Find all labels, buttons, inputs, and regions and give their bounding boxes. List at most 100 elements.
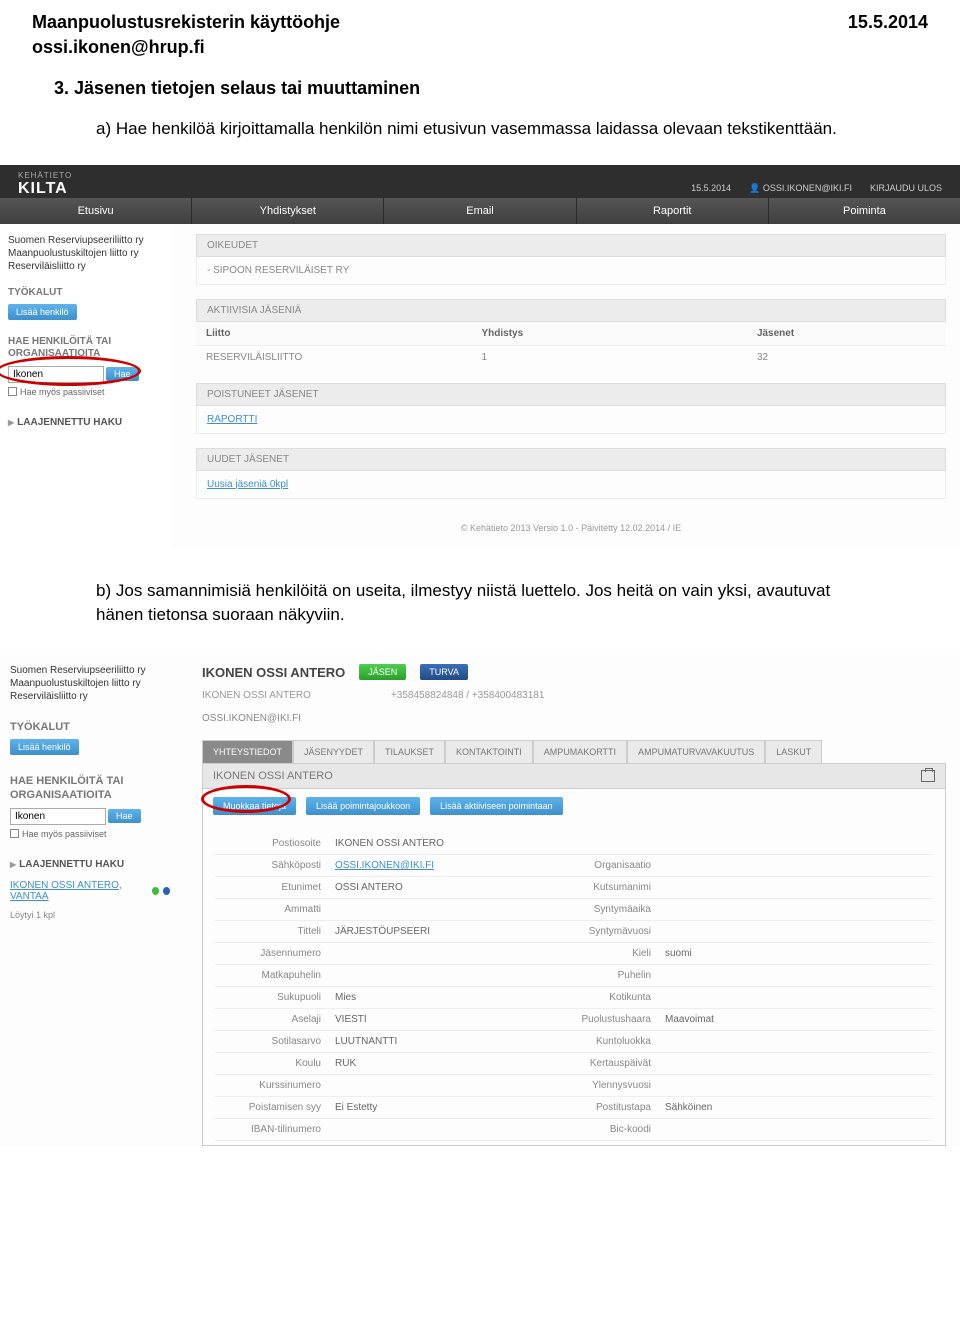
step-a-letter: a) (96, 119, 111, 138)
field-label: Kieli (535, 948, 665, 959)
found-count: Löytyi 1 kpl (10, 910, 170, 920)
passive-checkbox-row[interactable]: Hae myös passiiviset (8, 387, 164, 397)
org-item: Maanpuolustuskiltojen liitto ry (8, 247, 164, 260)
logout-link[interactable]: KIRJAUDU ULOS (870, 183, 942, 194)
header-right: 15.5.2014 👤 OSSI.IKONEN@IKI.FI KIRJAUDU … (691, 183, 942, 198)
menu-etusivu[interactable]: Etusivu (0, 198, 192, 224)
field-label: Koulu (215, 1058, 335, 1069)
search-button[interactable]: Hae (108, 809, 141, 823)
field-value: Sähköinen (665, 1102, 933, 1113)
field-value (665, 1080, 933, 1091)
expanded-search[interactable]: LAAJENNETTU HAKU (10, 859, 170, 870)
tab-laskut[interactable]: LASKUT (765, 740, 822, 763)
print-icon[interactable] (921, 770, 935, 782)
field-label: Organisaatio (535, 860, 665, 871)
form-row: AmmattiSyntymäaika (215, 899, 933, 921)
field-label: Kuntoluokka (535, 1036, 665, 1047)
form-row: AselajiVIESTIPuolustushaaraMaavoimat (215, 1009, 933, 1031)
field-value: JÄRJESTÖUPSEERI (335, 926, 535, 937)
tab-ampumakortti[interactable]: AMPUMAKORTTI (533, 740, 627, 763)
menu: Etusivu Yhdistykset Email Raportit Poimi… (0, 198, 960, 224)
tab-kontaktointi[interactable]: KONTAKTOINTI (445, 740, 533, 763)
passive-label: Hae myös passiiviset (22, 829, 107, 839)
sidebar: Suomen Reserviupseeriliitto ry Maanpuolu… (0, 224, 172, 549)
doc-email: ossi.ikonen@hrup.fi (0, 37, 960, 74)
menu-poiminta[interactable]: Poiminta (769, 198, 960, 224)
field-value (665, 882, 933, 893)
step-b-letter: b) (96, 581, 111, 600)
passive-checkbox-row[interactable]: Hae myös passiiviset (10, 829, 170, 839)
field-label: Syntymäaika (535, 904, 665, 915)
field-label: Poistamisen syy (215, 1102, 335, 1113)
form-row: Poistamisen syyEi EstettyPostitustapaSäh… (215, 1097, 933, 1119)
app-footer: © Kehätieto 2013 Versio 1.0 - Päivitetty… (196, 513, 946, 539)
email-link[interactable]: OSSI.IKONEN@IKI.FI (335, 860, 434, 871)
screenshot-2: Suomen Reserviupseeriliitto ry Maanpuolu… (0, 650, 960, 1146)
field-value (665, 992, 933, 1003)
table-row: RESERVILÄISLIITTO 1 32 (196, 346, 946, 369)
search-button[interactable]: Hae (106, 367, 139, 381)
org-list: Suomen Reserviupseeriliitto ry Maanpuolu… (8, 234, 164, 273)
search-input[interactable] (8, 366, 104, 383)
field-label: Sukupuoli (215, 992, 335, 1003)
th-yhdistys: Yhdistys (481, 328, 756, 339)
form-row: SukupuoliMiesKotikunta (215, 987, 933, 1009)
tabs: YHTEYSTIEDOT JÄSENYYDET TILAUKSET KONTAK… (202, 740, 946, 763)
tab-jasenyydet[interactable]: JÄSENYYDET (293, 740, 374, 763)
field-label: Kotikunta (535, 992, 665, 1003)
tab-tilaukset[interactable]: TILAUKSET (374, 740, 445, 763)
page-header: Maanpuolustusrekisterin käyttöohje 15.5.… (0, 0, 960, 37)
field-value: Mies (335, 992, 535, 1003)
org-item: Reserviläisliitto ry (8, 260, 164, 273)
field-label: Bic-koodi (535, 1124, 665, 1135)
tab-yhteystiedot[interactable]: YHTEYSTIEDOT (202, 740, 293, 763)
tab-ampumaturva[interactable]: AMPUMATURVAVAKUUTUS (627, 740, 765, 763)
field-label (535, 838, 665, 849)
cell-yhdistys: 1 (481, 352, 756, 363)
passive-label: Hae myös passiiviset (20, 387, 105, 397)
sub-phones: +358458824848 / +358400483181 (391, 690, 545, 701)
edit-button[interactable]: Muokkaa tietoja (213, 797, 296, 815)
active-panel: AKTIIVISIA JÄSENIÄ Liitto Yhdistys Jäsen… (196, 299, 946, 369)
status-dot-green (152, 887, 159, 895)
section-heading: 3. Jäsenen tietojen selaus tai muuttamin… (0, 74, 960, 117)
form-row: PostiosoiteIKONEN OSSI ANTERO (215, 833, 933, 855)
new-heading: UUDET JÄSENET (196, 448, 946, 471)
table-header: Liitto Yhdistys Jäsenet (196, 322, 946, 346)
form-row: KouluRUKKertauspäivät (215, 1053, 933, 1075)
field-label: Jäsennumero (215, 948, 335, 959)
section-num: 3. (54, 78, 69, 98)
new-members-link[interactable]: Uusia jäseniä 0kpl (207, 479, 288, 490)
menu-raportit[interactable]: Raportit (577, 198, 769, 224)
th-liitto: Liitto (206, 328, 481, 339)
field-value: suomi (665, 948, 933, 959)
search-result[interactable]: IKONEN OSSI ANTERO, VANTAA (10, 880, 170, 902)
menu-yhdistykset[interactable]: Yhdistykset (192, 198, 384, 224)
sub-row: IKONEN OSSI ANTERO +358458824848 / +3584… (202, 686, 946, 707)
field-label: Aselaji (215, 1014, 335, 1025)
form-row: IBAN-tilinumeroBic-koodi (215, 1119, 933, 1141)
field-value (665, 838, 933, 849)
menu-email[interactable]: Email (384, 198, 576, 224)
add-person-button[interactable]: Lisää henkilö (10, 739, 79, 755)
field-label: Kutsumanimi (535, 882, 665, 893)
field-value (665, 904, 933, 915)
detail-form: PostiosoiteIKONEN OSSI ANTEROSähköpostiO… (202, 823, 946, 1146)
search-input[interactable] (10, 808, 106, 825)
removed-heading: POISTUNEET JÄSENET (196, 383, 946, 406)
form-row: SähköpostiOSSI.IKONEN@IKI.FIOrganisaatio (215, 855, 933, 877)
form-row: KurssinumeroYlennysvuosi (215, 1075, 933, 1097)
active-heading: AKTIIVISIA JÄSENIÄ (196, 299, 946, 322)
main-area: IKONEN OSSI ANTERO JÄSEN TURVA IKONEN OS… (180, 650, 960, 1146)
expanded-search[interactable]: LAAJENNETTU HAKU (8, 417, 164, 428)
field-label: Ylennysvuosi (535, 1080, 665, 1091)
field-label: Sotilasarvo (215, 1036, 335, 1047)
add-picklist-button[interactable]: Lisää poimintajoukkoon (306, 797, 420, 815)
form-row: TitteliJÄRJESTÖUPSEERISyntymävuosi (215, 921, 933, 943)
org-list: Suomen Reserviupseeriliitto ry Maanpuolu… (10, 664, 170, 703)
add-person-button[interactable]: Lisää henkilö (8, 304, 77, 320)
add-active-pick-button[interactable]: Lisää aktiiviseen poimintaan (430, 797, 563, 815)
org-item: Suomen Reserviupseeriliitto ry (8, 234, 164, 247)
field-value (335, 1124, 535, 1135)
raportti-link[interactable]: RAPORTTI (207, 414, 257, 425)
